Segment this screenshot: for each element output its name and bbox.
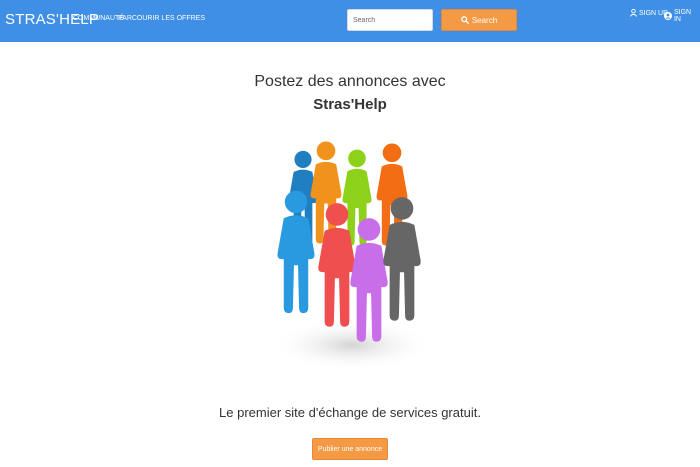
sign-in-link[interactable]: SIGN IN (664, 9, 700, 23)
search-button-label: Search (471, 15, 498, 25)
navbar: STRAS'HELP COMMUNAUTÉ PARCOURIR LES OFFR… (0, 0, 700, 42)
sign-up-link[interactable]: SIGN UP (630, 9, 668, 17)
search-icon (460, 16, 469, 24)
search-input[interactable] (347, 9, 433, 31)
user-icon (630, 9, 637, 17)
hero-tagline: Le premier site d'échange de services gr… (219, 405, 481, 420)
nav-link-communaute[interactable]: COMMUNAUTÉ (73, 15, 124, 22)
publish-announcement-button[interactable]: Publier une annonce (312, 438, 388, 460)
hero-title-brand: Stras'Help (313, 96, 387, 113)
user-circle-icon (664, 12, 672, 20)
people-illustration (270, 141, 434, 371)
hero-title-line1: Postez des annonces avec (254, 73, 446, 90)
search-button[interactable]: Search (441, 9, 517, 31)
sign-in-label: SIGN IN (673, 9, 692, 23)
nav-link-parcourir-offres[interactable]: PARCOURIR LES OFFRES (118, 15, 205, 22)
